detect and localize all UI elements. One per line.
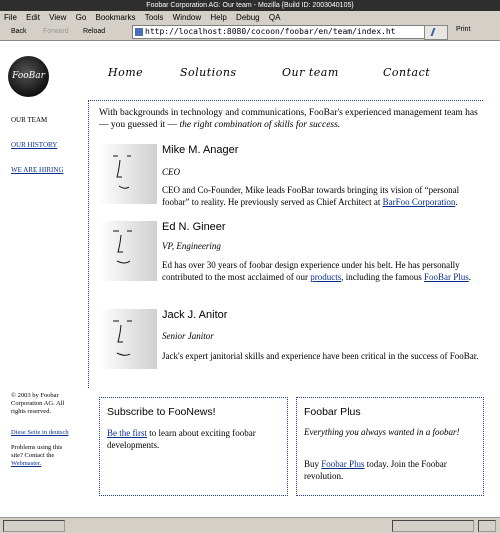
german-link[interactable]: Diese Seite in deutsch	[11, 429, 81, 437]
go-icon[interactable]	[424, 25, 448, 40]
url-text: http://localhost:8080/cocoon/foobar/en/t…	[145, 27, 396, 36]
menu-bookmarks[interactable]: Bookmarks	[96, 13, 136, 22]
sidebar-item-our-team: OUR TEAM	[11, 116, 48, 124]
barfoo-link[interactable]: BarFoo Corporation	[383, 197, 456, 207]
member-name: Jack J. Anitor	[162, 309, 228, 321]
buy-foobar-plus-link[interactable]: Foobar Plus	[321, 459, 364, 469]
sidebar-item-our-history[interactable]: OUR HISTORY	[11, 141, 57, 149]
status-segment-left	[3, 520, 65, 532]
buy-text: Buy	[304, 459, 322, 469]
back-button[interactable]: Back	[8, 26, 30, 37]
progress-segment	[392, 520, 474, 532]
nav-home[interactable]: Home	[108, 66, 143, 79]
member-name: Ed N. Gineer	[162, 221, 226, 233]
url-field[interactable]: http://localhost:8080/cocoon/foobar/en/t…	[132, 25, 434, 39]
portrait-jack	[99, 309, 157, 369]
member-bio: Ed has over 30 years of foobar design ex…	[162, 259, 482, 283]
navigation-toolbar: Back Forward Reload http://localhost:808…	[0, 24, 500, 41]
bio-mid: , including the famous	[341, 272, 424, 282]
menu-file[interactable]: File	[4, 13, 17, 22]
page-icon	[135, 28, 143, 36]
sidebar-item-we-are-hiring[interactable]: WE ARE HIRING	[11, 166, 64, 174]
menu-bar: File Edit View Go Bookmarks Tools Window…	[0, 11, 500, 24]
print-button[interactable]: Print	[456, 26, 470, 33]
intro-paragraph: With backgrounds in technology and commu…	[99, 107, 484, 131]
member-role: VP, Engineering	[162, 241, 221, 251]
status-bar	[0, 517, 500, 533]
menu-edit[interactable]: Edit	[26, 13, 40, 22]
menu-view[interactable]: View	[49, 13, 66, 22]
foobar-plus-text: Buy Foobar Plus today. Join the Foobar r…	[304, 458, 476, 482]
foobar-plus-box: Foobar Plus Everything you always wanted…	[296, 397, 484, 496]
copyright: © 2003 by Foobar Corporation AG. All rig…	[11, 392, 65, 415]
newsletter-title: Subscribe to FooNews!	[107, 406, 216, 418]
newsletter-box: Subscribe to FooNews! Be the first to le…	[99, 397, 288, 496]
team-member-ed: Ed N. Gineer VP, Engineering Ed has over…	[99, 221, 485, 301]
nav-our-team[interactable]: Our team	[282, 66, 339, 79]
member-bio: CEO and Co-Founder, Mike leads FooBar to…	[162, 184, 482, 208]
newsletter-text: Be the first to learn about exciting foo…	[107, 427, 279, 451]
menu-window[interactable]: Window	[173, 13, 201, 22]
bio-end: .	[455, 197, 458, 207]
window-title: Foobar Corporation AG: Our team - Mozill…	[0, 0, 500, 11]
menu-qa[interactable]: QA	[269, 13, 281, 22]
foobar-plus-title: Foobar Plus	[304, 406, 361, 418]
products-link[interactable]: products	[310, 272, 341, 282]
intro-emphasis: the right combination of skills for succ…	[179, 120, 341, 130]
divider-top	[88, 100, 483, 101]
reload-button[interactable]: Reload	[80, 26, 108, 37]
member-bio: Jack's expert janitorial skills and expe…	[162, 351, 479, 361]
subscribe-link[interactable]: Be the first	[107, 428, 147, 438]
forward-button[interactable]: Forward	[40, 26, 72, 37]
member-role: CEO	[162, 167, 180, 177]
member-name: Mike M. Anager	[162, 144, 239, 156]
foobar-logo[interactable]: FooBar	[8, 56, 49, 97]
menu-go[interactable]: Go	[76, 13, 87, 22]
contact-text: Problems using this site? Contact the	[11, 444, 63, 459]
menu-tools[interactable]: Tools	[145, 13, 164, 22]
portrait-mike	[99, 144, 157, 204]
bio-end: .	[468, 272, 471, 282]
nav-solutions[interactable]: Solutions	[180, 66, 237, 79]
menu-debug[interactable]: Debug	[236, 13, 260, 22]
divider-left	[88, 100, 89, 388]
security-segment	[478, 520, 496, 532]
foobar-plus-link[interactable]: FooBar Plus	[424, 272, 469, 282]
portrait-ed	[99, 221, 157, 281]
nav-contact[interactable]: Contact	[383, 66, 430, 79]
member-role: Senior Janitor	[162, 331, 214, 341]
webmaster-link[interactable]: Webmaster.	[11, 460, 41, 467]
page-viewport: FooBar Home Solutions Our team Contact O…	[0, 41, 500, 517]
team-member-mike: Mike M. Anager CEO CEO and Co-Founder, M…	[99, 144, 485, 214]
contact-note: Problems using this site? Contact the We…	[11, 444, 75, 468]
foobar-plus-tagline: Everything you always wanted in a foobar…	[304, 427, 460, 437]
team-member-jack: Jack J. Anitor Senior Janitor Jack's exp…	[99, 309, 485, 373]
menu-help[interactable]: Help	[210, 13, 226, 22]
